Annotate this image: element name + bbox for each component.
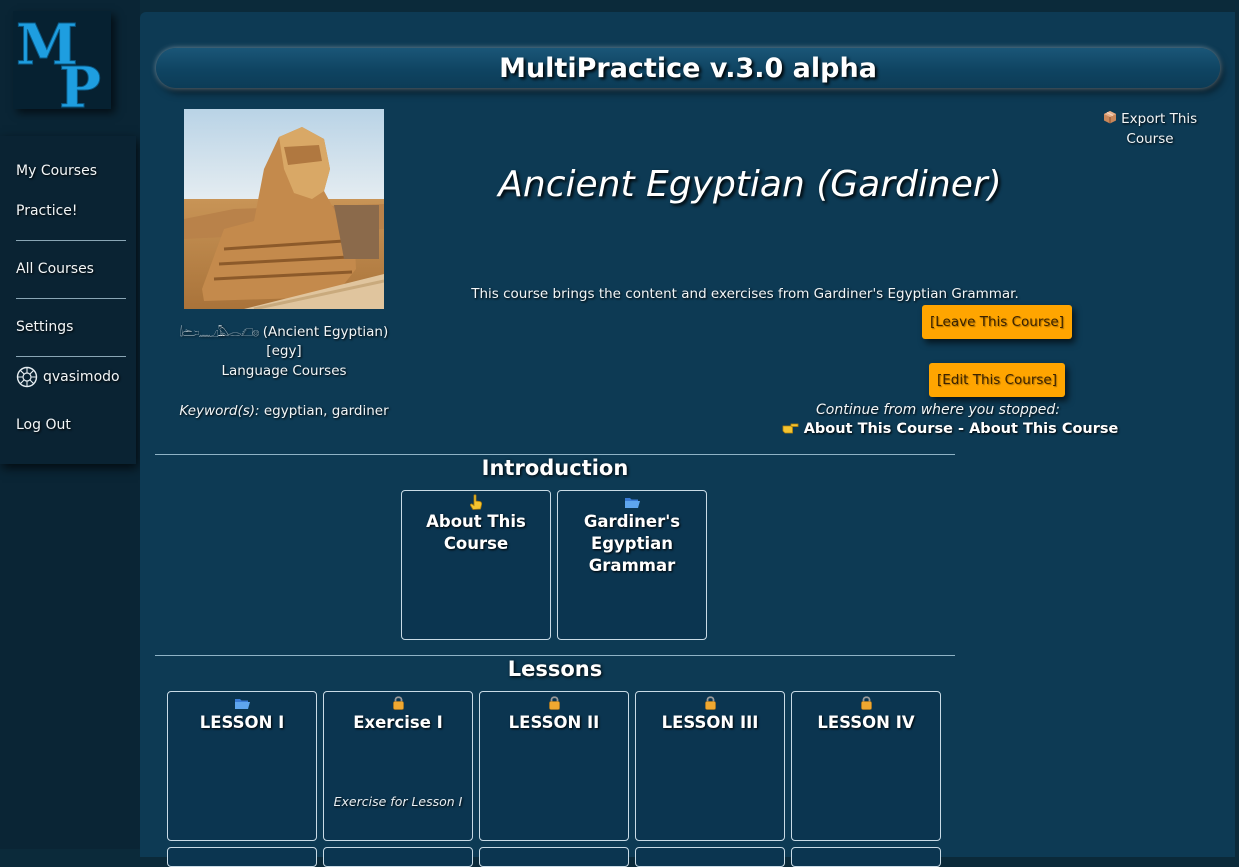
user-avatar-icon xyxy=(16,366,38,388)
card-title: LESSON II xyxy=(508,713,600,732)
continue-link[interactable]: About This Course - About This Course xyxy=(720,421,1180,437)
package-icon xyxy=(1103,111,1116,124)
card-lesson-1[interactable]: LESSON I xyxy=(167,691,317,841)
course-keywords: Keyword(s): egyptian, gardiner xyxy=(154,403,414,419)
course-language: 𓌃𓂧𓈖𓈎𓅓𓂋𓆎𓊖 (Ancient Egyptian) xyxy=(154,321,414,340)
export-course-link[interactable]: Export This Course xyxy=(1098,109,1202,149)
export-label-line1: Export This xyxy=(1121,111,1198,127)
card-lesson-3[interactable]: LESSON III xyxy=(635,691,785,841)
sidebar-item-log-out[interactable]: Log Out xyxy=(16,417,71,433)
folder-open-icon xyxy=(558,494,706,512)
course-image xyxy=(184,109,384,309)
header-bar: MultiPractice v.3.0 alpha xyxy=(156,48,1220,88)
card-title: LESSON III xyxy=(661,713,759,732)
folder-open-icon xyxy=(168,695,316,713)
language-name: (Ancient Egyptian) xyxy=(262,324,389,340)
lock-icon xyxy=(636,695,784,713)
lock-icon xyxy=(480,695,628,713)
sidebar-item-my-courses[interactable]: My Courses xyxy=(16,163,97,179)
card-partial[interactable] xyxy=(167,847,317,867)
course-title: Ancient Egyptian (Gardiner) xyxy=(498,164,1002,205)
card-partial[interactable] xyxy=(479,847,629,867)
sidebar-item-user[interactable]: qvasimodo xyxy=(16,366,120,388)
app-title: MultiPractice v.3.0 alpha xyxy=(499,53,877,84)
username-label: qvasimodo xyxy=(43,369,120,385)
card-lesson-2[interactable]: LESSON II xyxy=(479,691,629,841)
leave-course-button[interactable]: [Leave This Course] xyxy=(922,305,1072,339)
nav-divider xyxy=(16,298,126,299)
course-category: Language Courses xyxy=(221,363,347,379)
sidebar-item-settings[interactable]: Settings xyxy=(16,319,73,335)
card-title: Gardiner's Egyptian Grammar xyxy=(583,512,681,575)
card-gardiners-egyptian-grammar[interactable]: Gardiner's Egyptian Grammar xyxy=(557,490,707,640)
hieroglyph-text: 𓌃𓂧𓈖𓈎𓅓𓂋𓆎𓊖 xyxy=(179,326,260,339)
card-title: About This Course xyxy=(426,512,526,553)
section-title-introduction: Introduction xyxy=(481,456,629,480)
card-about-this-course[interactable]: About This Course xyxy=(401,490,551,640)
main-panel: MultiPractice v.3.0 alpha 𓌃𓂧𓈖𓈎𓅓𓂋𓆎𓊖 (Anci… xyxy=(140,12,1235,867)
section-title-lessons: Lessons xyxy=(507,657,603,681)
logo-letter-p: P xyxy=(59,55,101,109)
sidebar-nav: My Courses Practice! All Courses Setting… xyxy=(0,136,136,464)
card-subtitle: Exercise for Lesson I xyxy=(333,794,463,809)
card-partial[interactable] xyxy=(323,847,473,867)
card-title: Exercise I xyxy=(353,713,443,732)
keywords-value: egyptian, gardiner xyxy=(263,403,389,419)
card-partial[interactable] xyxy=(635,847,785,867)
course-description: This course brings the content and exerc… xyxy=(471,286,1019,302)
mp-logo-icon: M P xyxy=(16,12,102,110)
pointing-hand-icon xyxy=(402,494,550,512)
nav-divider xyxy=(16,240,126,241)
edit-course-button[interactable]: [Edit This Course] xyxy=(929,363,1065,397)
pointing-right-icon xyxy=(782,423,799,434)
card-title: LESSON I xyxy=(199,713,285,732)
section-divider xyxy=(155,655,955,656)
app-logo[interactable]: M P xyxy=(13,11,111,109)
sidebar-item-all-courses[interactable]: All Courses xyxy=(16,261,94,277)
nav-divider xyxy=(16,356,126,357)
card-exercise-1[interactable]: Exercise I Exercise for Lesson I xyxy=(323,691,473,841)
lock-icon xyxy=(792,695,940,713)
card-title: LESSON IV xyxy=(817,713,915,732)
lock-icon xyxy=(324,695,472,713)
export-label-line2: Course xyxy=(1126,131,1174,147)
language-code: [egy] xyxy=(266,343,302,359)
sidebar: M P My Courses Practice! All Courses Set… xyxy=(0,0,140,849)
sidebar-item-practice[interactable]: Practice! xyxy=(16,203,78,219)
continue-link-text: About This Course - About This Course xyxy=(803,421,1119,437)
section-divider xyxy=(155,454,955,455)
card-lesson-4[interactable]: LESSON IV xyxy=(791,691,941,841)
card-partial[interactable] xyxy=(791,847,941,867)
continue-label: Continue from where you stopped: xyxy=(815,402,1060,418)
sphinx-image xyxy=(184,109,384,309)
keywords-label: Keyword(s): xyxy=(179,403,260,419)
